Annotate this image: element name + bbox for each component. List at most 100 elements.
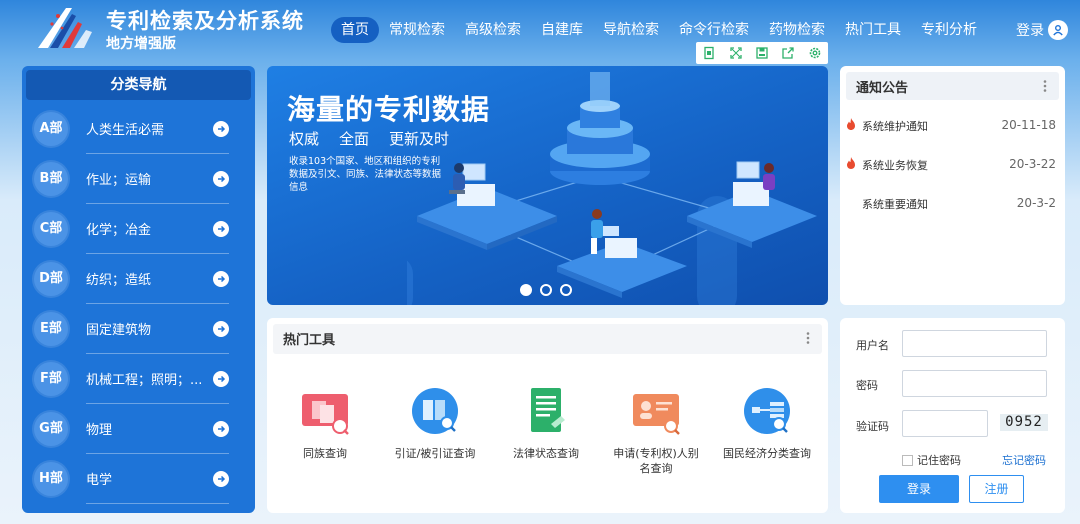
banner-description: 收录103个国家、地区和组织的专利数据及引文、同族、法律状态等数据信息 [289, 156, 442, 193]
header: 专利检索及分析系统 地方增强版 首页 常规检索 高级检索 自建库 导航检索 命令… [0, 0, 1080, 64]
legal-status-icon [531, 388, 565, 432]
login-panel: 用户名 密码 验证码 0952 记住密码 忘记密码 登录 注册 [840, 318, 1065, 513]
main-nav: 首页 常规检索 高级检索 自建库 导航检索 命令行检索 药物检索 热门工具 专利… [331, 17, 987, 43]
notice-text: 系统业务恢复 [862, 159, 928, 172]
tool-label: 申请(专利权)人别名查询 [613, 447, 699, 475]
app-subtitle: 地方增强版 [106, 36, 176, 52]
arrow-right-icon [213, 221, 229, 237]
banner-tag: 全面 [339, 130, 370, 148]
tool-citation-search[interactable]: 引证/被引证查询 [390, 386, 480, 461]
remember-label: 记住密码 [917, 454, 961, 467]
notice-date: 20-11-18 [1001, 118, 1056, 132]
notice-item[interactable]: 系统业务恢复 20-3-22 [846, 156, 1060, 174]
tool-label: 法律状态查询 [513, 447, 579, 460]
tool-family-search[interactable]: 同族查询 [280, 386, 370, 461]
hot-tools-title: 热门工具 [283, 333, 336, 348]
notice-item[interactable]: 系统维护通知 20-11-18 [846, 117, 1060, 135]
arrow-right-icon [213, 271, 229, 287]
category-label: 物理 [86, 423, 113, 438]
category-list: A部 人类生活必需 B部 作业；运输 C部 化学；冶金 D部 纺织；造纸 E部 … [22, 104, 255, 504]
fire-icon [847, 118, 855, 130]
notice-text: 系统重要通知 [862, 198, 928, 211]
save-icon[interactable] [755, 46, 769, 60]
category-label: 机械工程；照明；... [86, 373, 203, 388]
notice-header: 通知公告 [846, 72, 1059, 100]
nav-advanced-search[interactable]: 高级检索 [455, 17, 531, 43]
category-label: 纺织；造纸 [86, 273, 152, 288]
checkbox-icon [902, 454, 913, 466]
password-label: 密码 [856, 379, 878, 392]
carousel-dot-1[interactable] [520, 284, 532, 296]
banner-tag: 更新及时 [389, 130, 450, 148]
divider [86, 503, 229, 504]
password-input[interactable] [902, 370, 1047, 397]
captcha-image[interactable]: 0952 [1000, 414, 1048, 431]
category-sidebar: 分类导航 A部 人类生活必需 B部 作业；运输 C部 化学；冶金 D部 纺织；造… [22, 66, 255, 513]
page-icon[interactable] [702, 46, 716, 60]
category-badge: E部 [34, 312, 68, 346]
tool-economy-class[interactable]: 国民经济分类查询 [722, 386, 812, 461]
fire-icon [847, 157, 855, 169]
category-item-d[interactable]: D部 纺织；造纸 [22, 254, 255, 304]
category-badge: G部 [34, 412, 68, 446]
category-item-g[interactable]: G部 物理 [22, 404, 255, 454]
category-item-b[interactable]: B部 作业；运输 [22, 154, 255, 204]
nav-custom-db[interactable]: 自建库 [531, 17, 593, 43]
arrow-right-icon [213, 171, 229, 187]
username-input[interactable] [902, 330, 1047, 357]
nav-navigation-search[interactable]: 导航检索 [593, 17, 669, 43]
tool-legal-status[interactable]: 法律状态查询 [501, 386, 591, 461]
carousel-dots [520, 284, 572, 296]
share-icon[interactable] [781, 46, 795, 60]
citation-search-icon [412, 388, 458, 434]
expand-icon[interactable] [729, 46, 743, 60]
hero-banner[interactable]: 海量的专利数据 权威 全面 更新及时 收录103个国家、地区和组织的专利数据及引… [267, 66, 828, 305]
category-badge: A部 [34, 112, 68, 146]
captcha-label: 验证码 [856, 420, 889, 433]
carousel-dot-2[interactable] [540, 284, 552, 296]
user-icon [1048, 20, 1068, 40]
economy-class-icon [744, 388, 790, 434]
hot-tools-panel: 热门工具 同族查询 引证/被引证查询 法律状态查询 申请(专利权)人别名查询 国… [267, 318, 828, 513]
category-item-f[interactable]: F部 机械工程；照明；... [22, 354, 255, 404]
header-login-link[interactable]: 登录 [1016, 20, 1068, 40]
captcha-input[interactable] [902, 410, 988, 437]
category-badge: D部 [34, 262, 68, 296]
banner-tags: 权威 全面 更新及时 [289, 128, 449, 149]
hot-tools-header: 热门工具 [273, 324, 822, 354]
nav-patent-analysis[interactable]: 专利分析 [911, 17, 987, 43]
settings-icon[interactable] [808, 46, 822, 60]
category-badge: C部 [34, 212, 68, 246]
category-badge: F部 [34, 362, 68, 396]
notice-date: 20-3-22 [1009, 157, 1056, 171]
forgot-password-link[interactable]: 忘记密码 [1002, 452, 1046, 468]
tool-label: 同族查询 [303, 447, 347, 460]
remember-password-checkbox[interactable]: 记住密码 [902, 452, 961, 468]
nav-hot-tools[interactable]: 热门工具 [835, 17, 911, 43]
notice-item[interactable]: 系统重要通知 20-3-2 [846, 195, 1060, 213]
nav-drug-search[interactable]: 药物检索 [759, 17, 835, 43]
category-label: 人类生活必需 [86, 123, 165, 138]
applicant-alias-icon [633, 394, 680, 435]
arrow-right-icon [213, 371, 229, 387]
nav-command-search[interactable]: 命令行检索 [669, 17, 759, 43]
nav-home[interactable]: 首页 [331, 17, 379, 43]
category-item-a[interactable]: A部 人类生活必需 [22, 104, 255, 154]
category-item-h[interactable]: H部 电学 [22, 454, 255, 504]
tool-label: 引证/被引证查询 [394, 447, 476, 460]
category-badge: H部 [34, 462, 68, 496]
category-item-e[interactable]: E部 固定建筑物 [22, 304, 255, 354]
username-label: 用户名 [856, 339, 889, 352]
arrow-right-icon [213, 121, 229, 137]
carousel-dot-3[interactable] [560, 284, 572, 296]
category-item-c[interactable]: C部 化学；冶金 [22, 204, 255, 254]
more-vertical-icon[interactable] [806, 332, 810, 344]
register-button[interactable]: 注册 [969, 475, 1024, 503]
banner-tag: 权威 [289, 130, 320, 148]
more-vertical-icon[interactable] [1043, 80, 1047, 92]
login-button[interactable]: 登录 [879, 475, 959, 503]
nav-regular-search[interactable]: 常规检索 [379, 17, 455, 43]
category-badge: B部 [34, 162, 68, 196]
tool-applicant-alias[interactable]: 申请(专利权)人别名查询 [611, 386, 701, 476]
sidebar-title: 分类导航 [26, 70, 251, 100]
